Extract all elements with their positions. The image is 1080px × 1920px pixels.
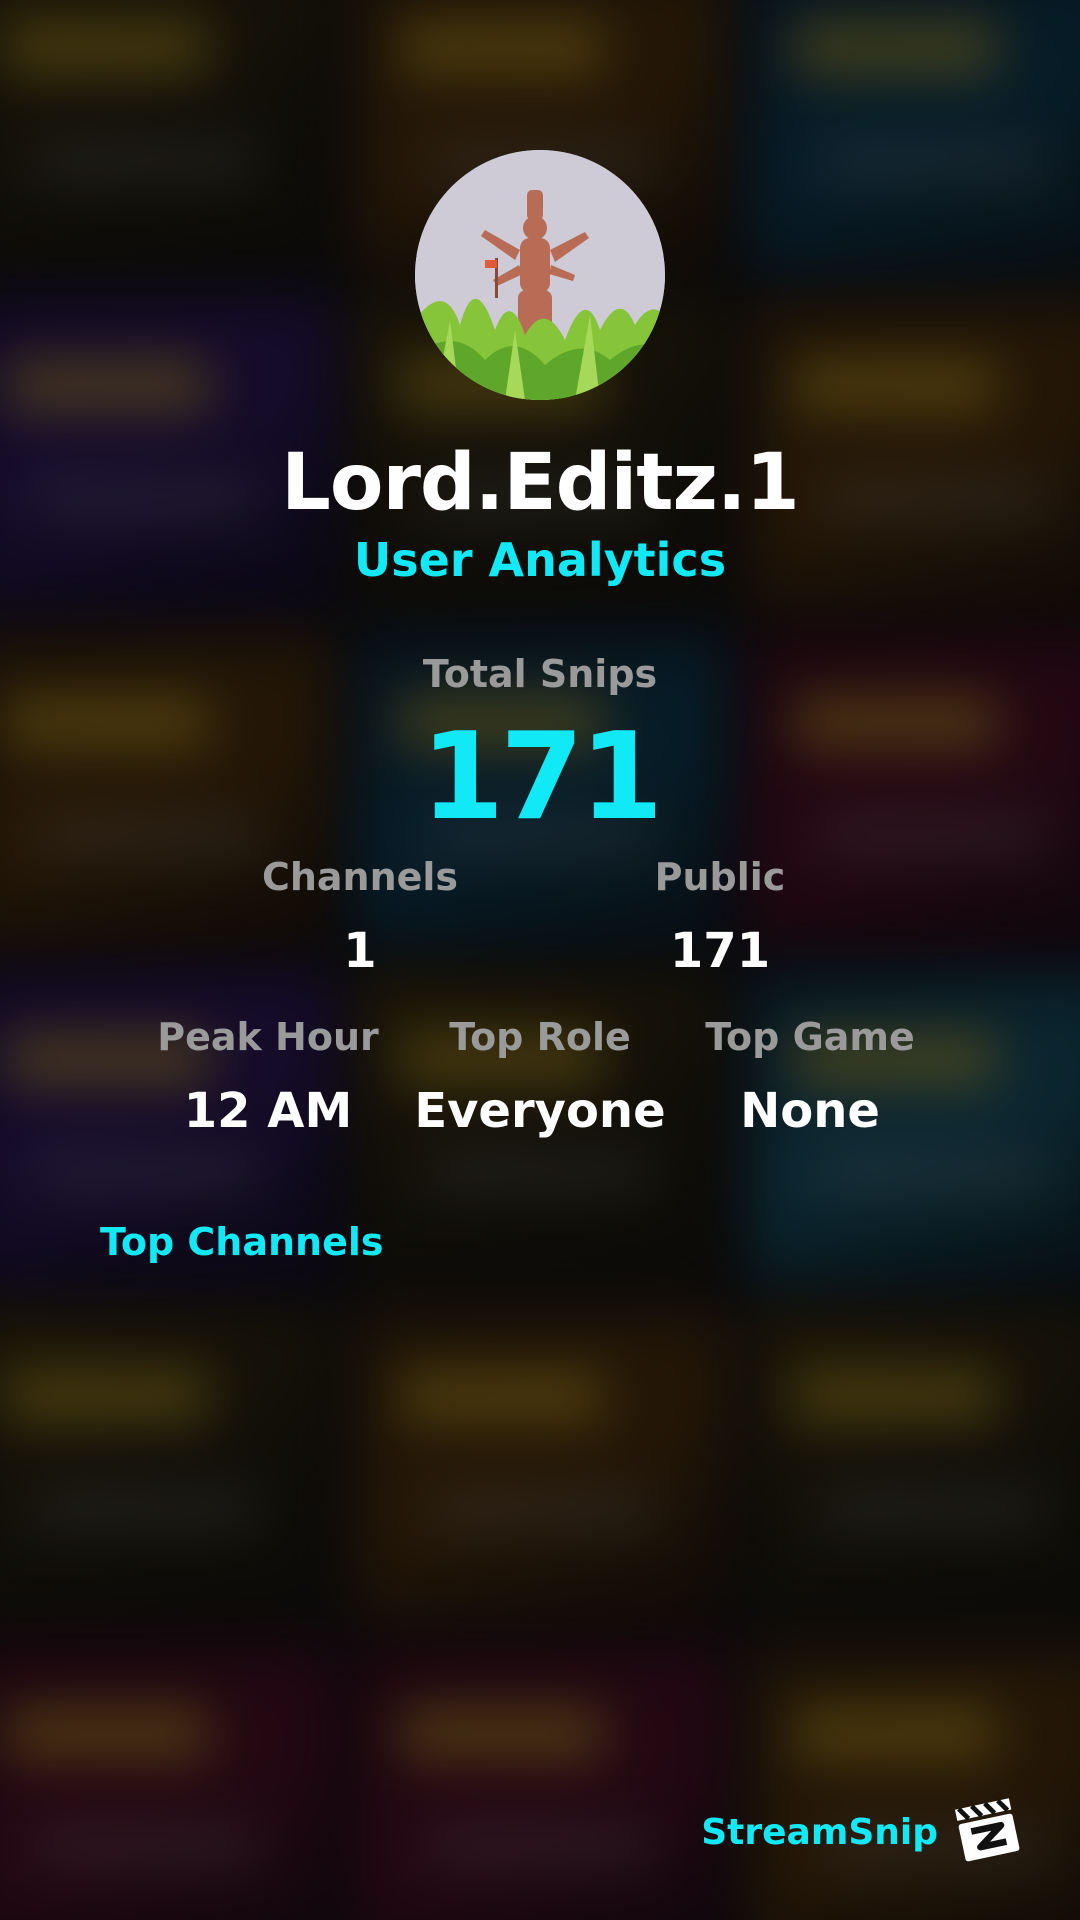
- stat-label: Top Game: [705, 1015, 915, 1059]
- stat-top-game: Top Game None: [650, 1015, 970, 1139]
- analytics-card: Lord.Editz.1 User Analytics Total Snips …: [0, 0, 1080, 1920]
- username: Lord.Editz.1: [281, 438, 800, 528]
- avatar: [415, 150, 665, 400]
- stat-channels: Channels 1: [200, 855, 520, 979]
- stat-value: None: [740, 1083, 880, 1139]
- total-snips-label: Total Snips: [422, 652, 658, 696]
- page-subtitle: User Analytics: [353, 533, 727, 587]
- statue-avatar-image: [415, 150, 665, 400]
- clapperboard-icon: [950, 1790, 1026, 1866]
- stat-label: Channels: [261, 855, 459, 899]
- stat-label: Public: [654, 855, 786, 899]
- top-channels-heading: Top Channels: [100, 1220, 384, 1264]
- stat-value: 171: [669, 923, 771, 979]
- total-snips-value: 171: [420, 708, 664, 847]
- brand-name: StreamSnip: [701, 1812, 938, 1853]
- stat-value: 1: [343, 923, 377, 979]
- stat-public: Public 171: [560, 855, 880, 979]
